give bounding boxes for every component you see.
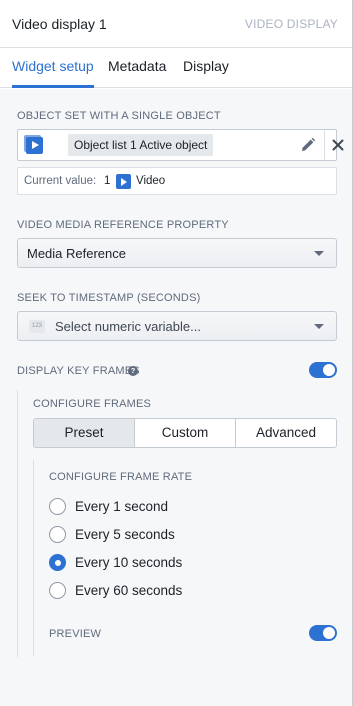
object-set-selector[interactable]: Object list 1 Active object xyxy=(17,129,344,161)
current-value-label: Current value: xyxy=(24,175,97,187)
caret-down-icon xyxy=(314,251,324,256)
radio-label[interactable]: Every 1 second xyxy=(75,499,168,514)
current-value-text: Video xyxy=(136,175,166,187)
radio-label[interactable]: Every 10 seconds xyxy=(75,555,182,570)
seek-label: SEEK TO TIMESTAMP (SECONDS) xyxy=(17,292,201,304)
radio-label[interactable]: Every 5 seconds xyxy=(75,527,175,542)
mode-advanced-button[interactable]: Advanced xyxy=(236,419,336,447)
divider xyxy=(324,130,325,160)
media-property-label: VIDEO MEDIA REFERENCE PROPERTY xyxy=(17,219,229,231)
video-object-icon xyxy=(116,174,131,189)
numeric-variable-icon: 123 xyxy=(29,320,45,333)
object-set-icon xyxy=(26,137,43,154)
help-icon[interactable]: ? xyxy=(128,366,138,376)
frame-mode-segmented-control: Preset Custom Advanced xyxy=(33,418,337,448)
frame-rate-label: CONFIGURE FRAME RATE xyxy=(49,471,193,483)
seek-placeholder: Select numeric variable... xyxy=(55,319,201,334)
seek-variable-select[interactable]: 123 Select numeric variable... xyxy=(17,311,337,341)
preview-toggle[interactable] xyxy=(309,625,337,641)
toggle-knob xyxy=(323,364,335,376)
key-frames-label: DISPLAY KEY FRAMES xyxy=(17,365,140,377)
tab-widget-setup[interactable]: Widget setup xyxy=(12,58,94,88)
config-tabs: Widget setup Metadata Display xyxy=(0,48,352,88)
caret-down-icon xyxy=(314,324,324,329)
widget-config-panel: Video display 1 VIDEO DISPLAY Widget set… xyxy=(0,0,353,706)
mode-custom-button[interactable]: Custom xyxy=(135,419,236,447)
edit-pencil-icon[interactable] xyxy=(300,137,316,153)
media-property-value: Media Reference xyxy=(27,246,126,261)
preview-label: PREVIEW xyxy=(49,628,102,640)
panel-header: Video display 1 VIDEO DISPLAY xyxy=(0,0,352,48)
radio-every-60-seconds[interactable] xyxy=(49,582,66,599)
object-set-tag[interactable]: Object list 1 Active object xyxy=(68,134,214,156)
radio-every-10-seconds[interactable] xyxy=(49,554,66,571)
radio-every-5-seconds[interactable] xyxy=(49,526,66,543)
media-property-select[interactable]: Media Reference xyxy=(17,238,337,268)
widget-title: Video display 1 xyxy=(12,16,107,32)
tab-metadata[interactable]: Metadata xyxy=(108,58,166,88)
toggle-knob xyxy=(323,627,335,639)
mode-preset-button[interactable]: Preset xyxy=(34,419,135,447)
close-icon[interactable] xyxy=(331,138,345,152)
tab-display[interactable]: Display xyxy=(183,58,229,88)
current-value-box: Current value: 1 Video xyxy=(17,167,337,195)
current-value-count: 1 xyxy=(104,175,111,187)
radio-every-1-second[interactable] xyxy=(49,498,66,515)
object-set-label: OBJECT SET WITH A SINGLE OBJECT xyxy=(17,110,221,122)
radio-label[interactable]: Every 60 seconds xyxy=(75,583,182,598)
widget-type-label: VIDEO DISPLAY xyxy=(244,17,338,31)
key-frames-toggle[interactable] xyxy=(309,362,337,378)
configure-frames-label: CONFIGURE FRAMES xyxy=(33,398,152,410)
